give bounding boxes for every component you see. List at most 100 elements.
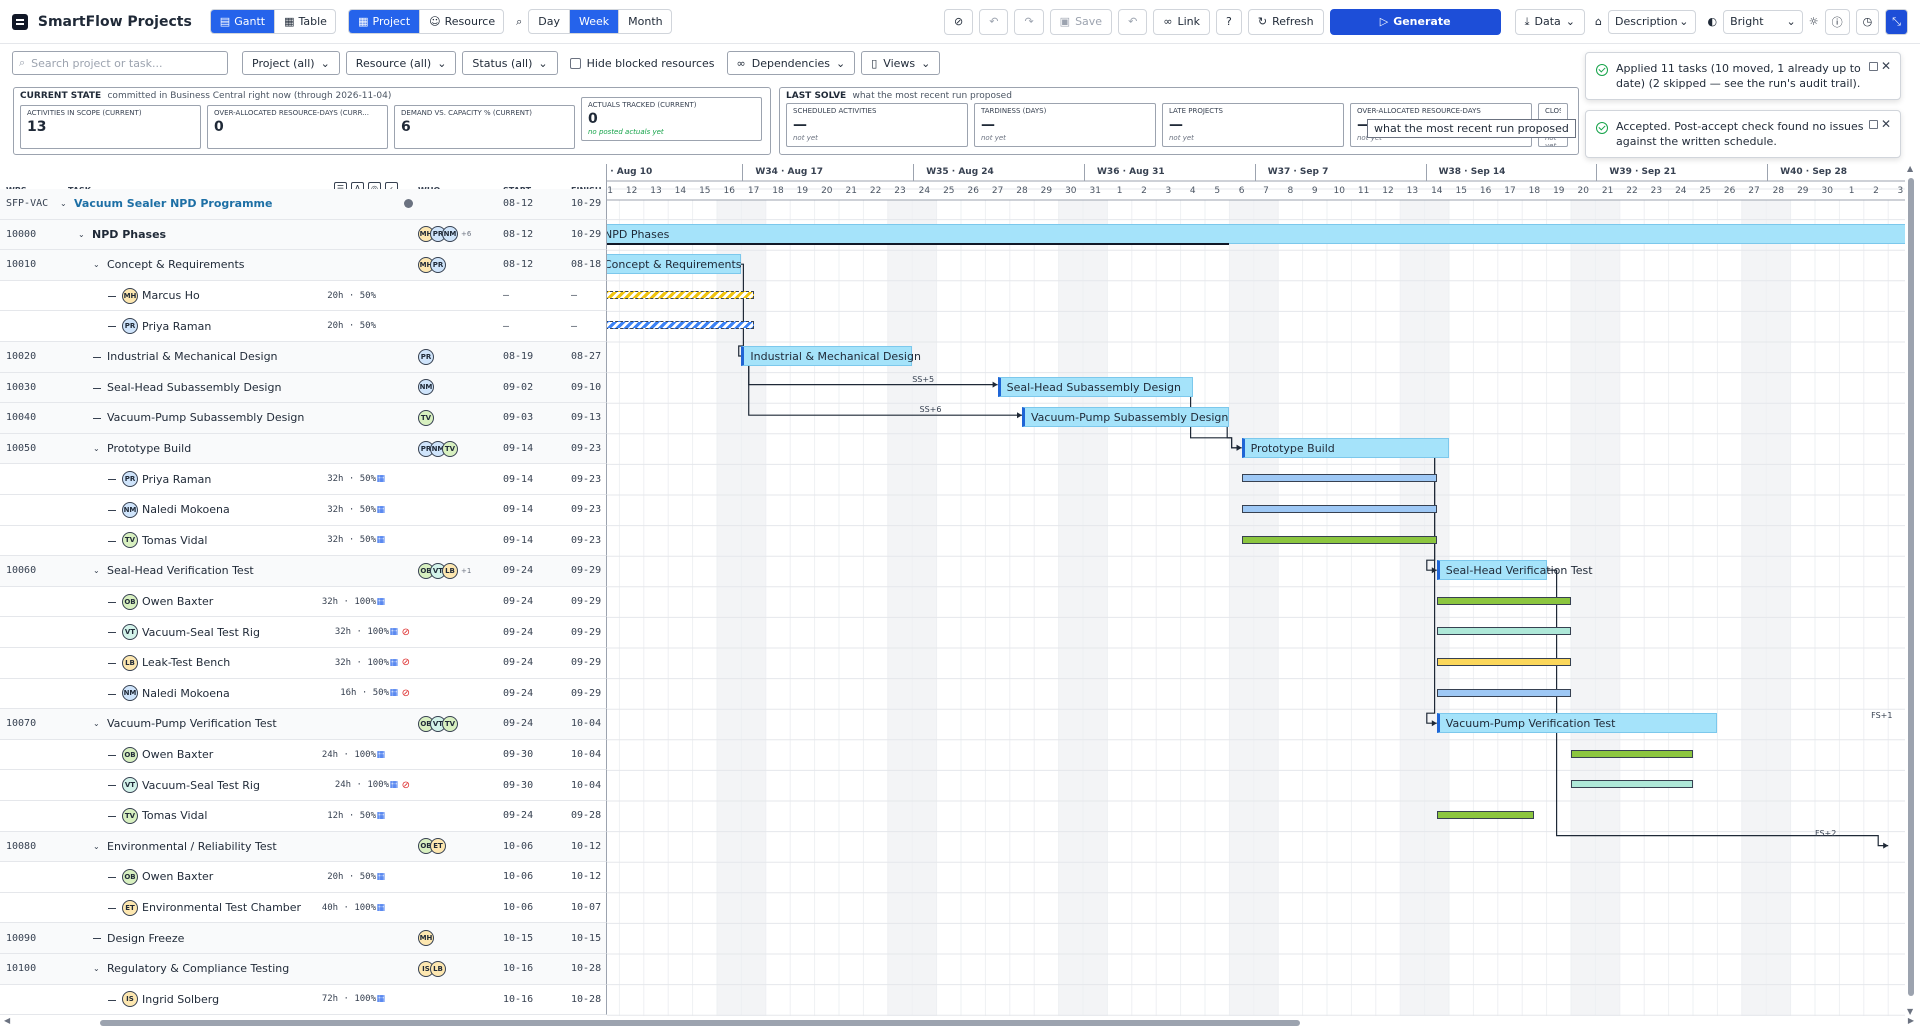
assignee-name[interactable]: Vacuum-Seal Test Rig [142,626,260,639]
task-bar[interactable]: Seal-Head Verification Test [1436,560,1593,581]
assignee-name[interactable]: Priya Raman [142,473,211,486]
calendar-icon[interactable]: ▦ [389,658,398,668]
info-button[interactable]: ⓘ [1824,8,1850,35]
calendar-icon[interactable]: ▦ [376,750,385,760]
start-date[interactable]: 09-24 [503,596,533,607]
assignee-avatars[interactable]: OB ET [418,838,446,855]
expand-toggle-icon[interactable]: ⌄ [93,260,100,269]
assignee-name[interactable]: Leak-Test Bench [142,656,230,669]
calendar-icon[interactable]: ▦ [376,903,385,913]
assignee-avatars[interactable]: MH PR NM +6 [418,226,471,243]
start-date[interactable]: 09-03 [503,412,533,423]
assignment-bar[interactable] [1436,811,1535,819]
finish-date[interactable]: 08-18 [571,259,601,270]
task-name[interactable]: Seal-Head Subassembly Design [107,381,281,394]
assignee-name[interactable]: Vacuum-Seal Test Rig [142,779,260,792]
start-date[interactable]: 09-24 [503,657,533,668]
assignment-row[interactable]: NM Naledi Mokoena 32h · 50% ▦ 09-14 09-23 [0,495,607,526]
task-name[interactable]: Vacuum Sealer NPD Programme [74,197,272,210]
task-bar[interactable]: Concept & Requirements [607,254,742,275]
calendar-icon[interactable]: ▦ [376,474,385,484]
resource-mode-button[interactable]: ☺ Resource [420,10,503,33]
expand-toggle-icon[interactable]: ⌄ [60,199,67,208]
task-bar[interactable]: Industrial & Mechanical Design [741,346,921,366]
finish-date[interactable]: 10-12 [571,871,601,882]
assignment-bar[interactable] [1436,658,1571,666]
assignee-avatars[interactable]: TV [418,409,434,426]
expand-toggle-icon[interactable]: ⌄ [93,842,100,851]
finish-date[interactable]: – [571,321,577,332]
finish-date[interactable]: 09-29 [571,688,601,699]
task-row[interactable]: 10060 ⌄ Seal-Head Verification Test OB VT LB +… [0,556,607,587]
project-filter[interactable]: Project (all) ⌄ [242,51,340,75]
start-date[interactable]: 10-06 [503,871,533,882]
redo-button[interactable]: ↷ [1014,8,1044,35]
assignment-row[interactable]: TV Tomas Vidal 32h · 50% ▦ 09-14 09-23 [0,525,607,557]
assignee-name[interactable]: Owen Baxter [142,748,213,761]
task-row[interactable]: SFP-VAC ⌄ Vacuum Sealer NPD Programme 08-12… [0,189,607,220]
start-date[interactable]: 09-24 [503,565,533,576]
unscheduled-assignment-bar[interactable] [607,321,754,330]
start-date[interactable]: 08-12 [503,198,533,209]
task-bar[interactable]: Vacuum-Pump Verification Test [1436,713,1718,734]
vertical-scroll-thumb[interactable] [1908,178,1914,996]
horizontal-scroll-thumb[interactable] [100,1020,1300,1026]
assignment-bar[interactable] [1571,780,1693,789]
finish-date[interactable]: 10-29 [571,198,601,209]
finish-date[interactable]: 10-07 [571,902,601,913]
finish-date[interactable]: 09-13 [571,412,601,423]
assignee-avatars[interactable]: IS LB [418,960,446,977]
task-row[interactable]: 10000 ⌄ NPD Phases MH PR NM +6 08-12 10-29 [0,219,607,251]
horizontal-scrollbar[interactable]: ◀ ▶ [0,1016,1920,1028]
assignment-bar[interactable] [1571,749,1693,758]
start-date[interactable]: 08-12 [503,259,533,270]
task-name[interactable]: Prototype Build [107,442,191,455]
finish-date[interactable]: 09-28 [571,810,601,821]
finish-date[interactable]: 10-15 [571,933,601,944]
assignee-name[interactable]: Owen Baxter [142,595,213,608]
finish-date[interactable]: 10-04 [571,749,601,760]
month-scale-button[interactable]: Month [619,10,671,33]
table-view-button[interactable]: ▦ Table [275,10,335,33]
assignment-row[interactable]: VT Vacuum-Seal Test Rig 24h · 100% ▦ ⊘ 09-30 1… [0,770,607,801]
start-date[interactable]: 10-16 [503,963,533,974]
assignee-avatars[interactable]: MH PR [418,256,446,273]
task-row[interactable]: 10090 Design Freeze MH 10-15 10-15 [0,923,607,954]
finish-date[interactable]: 09-29 [571,657,601,668]
calendar-icon[interactable]: ▦ [376,597,385,607]
history-button[interactable]: ◷ [1855,8,1880,35]
collapse-button[interactable]: ⤡ [1885,8,1908,35]
scroll-left-icon[interactable]: ◀ [4,1016,10,1025]
assignee-avatars[interactable]: OB VT LB +1 [418,562,471,579]
assignment-bar[interactable] [1436,596,1571,605]
zoom-icon[interactable]: ⌕ [516,15,522,29]
generate-button[interactable]: ▷ Generate [1329,8,1501,35]
assignee-avatars[interactable]: MH [418,930,434,947]
finish-date[interactable]: 09-10 [571,382,601,393]
task-row[interactable]: 10050 ⌄ Prototype Build PR NM TV 09-14 09-23 [0,433,607,465]
scroll-down-icon[interactable]: ▼ [1907,1007,1913,1016]
finish-date[interactable]: 08-27 [571,351,601,362]
finish-date[interactable]: 10-12 [571,841,601,852]
assignment-bar[interactable] [1436,688,1571,697]
resource-filter[interactable]: Resource (all) ⌄ [345,51,457,75]
finish-date[interactable]: 09-29 [571,596,601,607]
finish-date[interactable]: 09-23 [571,474,601,485]
task-name[interactable]: Vacuum-Pump Subassembly Design [107,411,304,424]
finish-date[interactable]: 10-28 [571,963,601,974]
search-input[interactable]: ⌕ Search project or task... [12,51,228,75]
task-name[interactable]: Seal-Head Verification Test [107,564,254,577]
task-row[interactable]: 10080 ⌄ Environmental / Reliability Test OB… [0,831,607,863]
task-row[interactable]: 10030 Seal-Head Subassembly Design NM 09-02… [0,372,607,404]
task-bar[interactable]: Seal-Head Subassembly Design [997,376,1193,397]
help-button[interactable]: ? [1216,8,1242,35]
start-date[interactable]: 09-02 [503,382,533,393]
hide-links-button[interactable]: ⊘ [944,8,974,35]
task-name[interactable]: Vacuum-Pump Verification Test [107,717,277,730]
start-date[interactable]: – [503,321,509,332]
task-row[interactable]: 10040 Vacuum-Pump Subassembly Design TV 09-… [0,403,607,434]
scroll-right-icon[interactable]: ▶ [1908,1016,1914,1025]
task-name[interactable]: Industrial & Mechanical Design [107,350,278,363]
finish-date[interactable]: 10-28 [571,994,601,1005]
finish-date[interactable]: 09-23 [571,504,601,515]
